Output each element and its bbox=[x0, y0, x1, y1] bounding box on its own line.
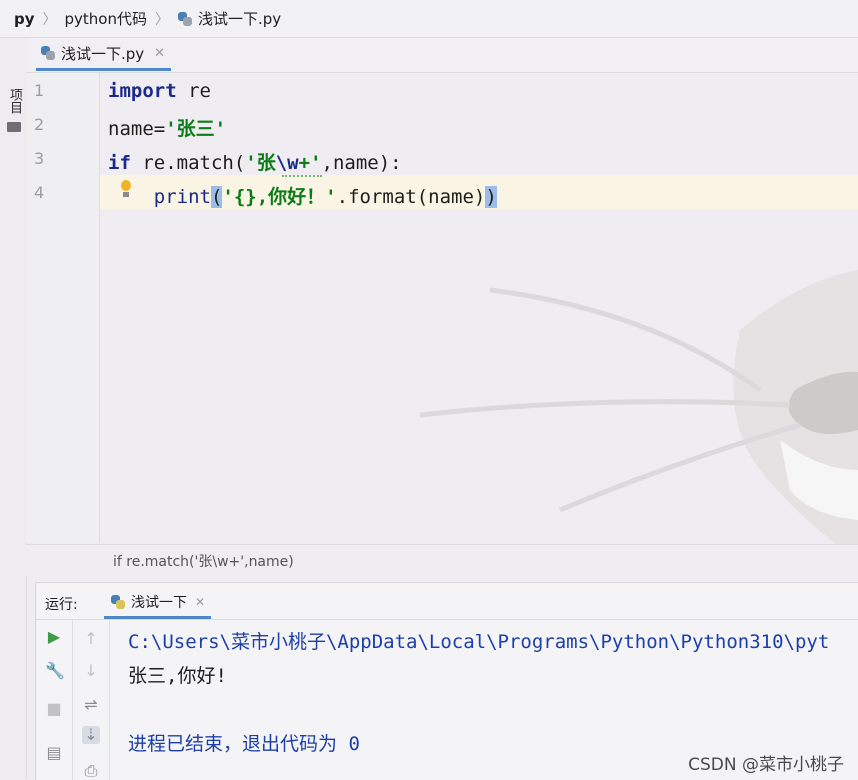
code-breadcrumb: if re.match('张\w+',name) bbox=[26, 544, 858, 576]
left-tool-strip: 项目 bbox=[0, 38, 27, 779]
folder-icon[interactable] bbox=[7, 122, 21, 132]
tab-run-config[interactable]: 浅试一下 ✕ bbox=[104, 587, 212, 619]
code-breadcrumb-item[interactable]: if re.match('张\w+',name) bbox=[113, 551, 294, 571]
tab-file-label: 浅试一下.py bbox=[61, 44, 145, 63]
breadcrumb-file[interactable]: 浅试一下.py bbox=[198, 8, 281, 29]
arrow-up-icon[interactable]: ↑ bbox=[82, 630, 100, 648]
code-text: name= bbox=[108, 118, 166, 140]
navigation-breadcrumb: py 〉 python代码 〉 浅试一下.py bbox=[0, 0, 858, 38]
close-icon[interactable]: ✕ bbox=[154, 46, 165, 61]
line-number: 4 bbox=[34, 183, 45, 202]
code-text: re bbox=[176, 80, 211, 102]
python-file-icon bbox=[40, 45, 56, 61]
string-literal: '张 bbox=[245, 152, 276, 174]
code-line-3[interactable]: if re.match('张\w+',name): bbox=[108, 148, 402, 175]
arrow-down-icon[interactable]: ↓ bbox=[82, 662, 100, 680]
python-icon bbox=[110, 594, 126, 610]
python-file-icon bbox=[177, 11, 193, 27]
layout-icon[interactable]: ▤ bbox=[45, 744, 63, 762]
breadcrumb-project[interactable]: py bbox=[14, 10, 35, 28]
run-toolbar-secondary: ↑ ↓ ⇌ ⇣ ⎙ bbox=[73, 620, 110, 780]
soft-wrap-icon[interactable]: ⇌ bbox=[82, 696, 100, 714]
console-exit-line: 进程已结束，退出代码为 0 bbox=[128, 733, 360, 755]
project-tool-window-tab[interactable]: 项目 bbox=[7, 88, 22, 114]
builtin-function: print bbox=[153, 186, 211, 208]
string-literal: +' bbox=[298, 152, 322, 174]
line-number: 3 bbox=[34, 149, 45, 168]
code-text: re.match( bbox=[130, 152, 246, 174]
paren-match: ( bbox=[210, 186, 223, 208]
code-text: .format(name) bbox=[336, 186, 486, 208]
editor-tab-bar: 浅试一下.py ✕ bbox=[26, 38, 858, 73]
tab-file[interactable]: 浅试一下.py ✕ bbox=[36, 38, 172, 71]
string-literal: '{},你好！' bbox=[222, 186, 337, 208]
typo-squiggle bbox=[282, 172, 322, 177]
keyword: if bbox=[108, 152, 131, 174]
code-line-1[interactable]: import re bbox=[108, 80, 211, 102]
line-number: 2 bbox=[34, 115, 45, 134]
wrench-icon[interactable]: 🔧 bbox=[45, 662, 65, 680]
console-output-line: 张三,你好! bbox=[128, 665, 227, 687]
run-label: 运行: bbox=[45, 597, 78, 613]
run-tab-label: 浅试一下 bbox=[131, 594, 187, 611]
stop-icon[interactable]: ■ bbox=[45, 700, 63, 718]
line-number-gutter: 1 2 3 4 bbox=[26, 73, 100, 543]
watermark: CSDN @菜市小桃子 bbox=[688, 755, 844, 775]
paren-match: ) bbox=[485, 186, 497, 208]
chevron-right-icon: 〉 bbox=[155, 11, 169, 28]
run-header: 运行: 浅试一下 ✕ bbox=[36, 583, 858, 620]
line-number: 1 bbox=[34, 81, 45, 100]
breadcrumb-folder[interactable]: python代码 bbox=[65, 8, 147, 29]
code-line-2[interactable]: name='张三' bbox=[108, 114, 226, 141]
close-icon[interactable]: ✕ bbox=[195, 595, 205, 609]
keyword: import bbox=[108, 80, 177, 102]
print-icon[interactable]: ⎙ bbox=[82, 762, 100, 780]
code-line-4[interactable]: print('{},你好！'.format(name)) bbox=[108, 182, 497, 209]
string-literal: '张三' bbox=[165, 118, 227, 140]
run-toolbar-primary: ▶ 🔧 ■ ▤ bbox=[36, 620, 73, 780]
escape-sequence: \w bbox=[275, 152, 299, 174]
chevron-right-icon: 〉 bbox=[42, 11, 57, 28]
scroll-to-end-icon[interactable]: ⇣ bbox=[82, 726, 100, 744]
console-command-line: C:\Users\菜市小桃子\AppData\Local\Programs\Py… bbox=[128, 631, 830, 653]
play-icon[interactable]: ▶ bbox=[45, 628, 63, 646]
code-text: ,name): bbox=[321, 152, 402, 174]
